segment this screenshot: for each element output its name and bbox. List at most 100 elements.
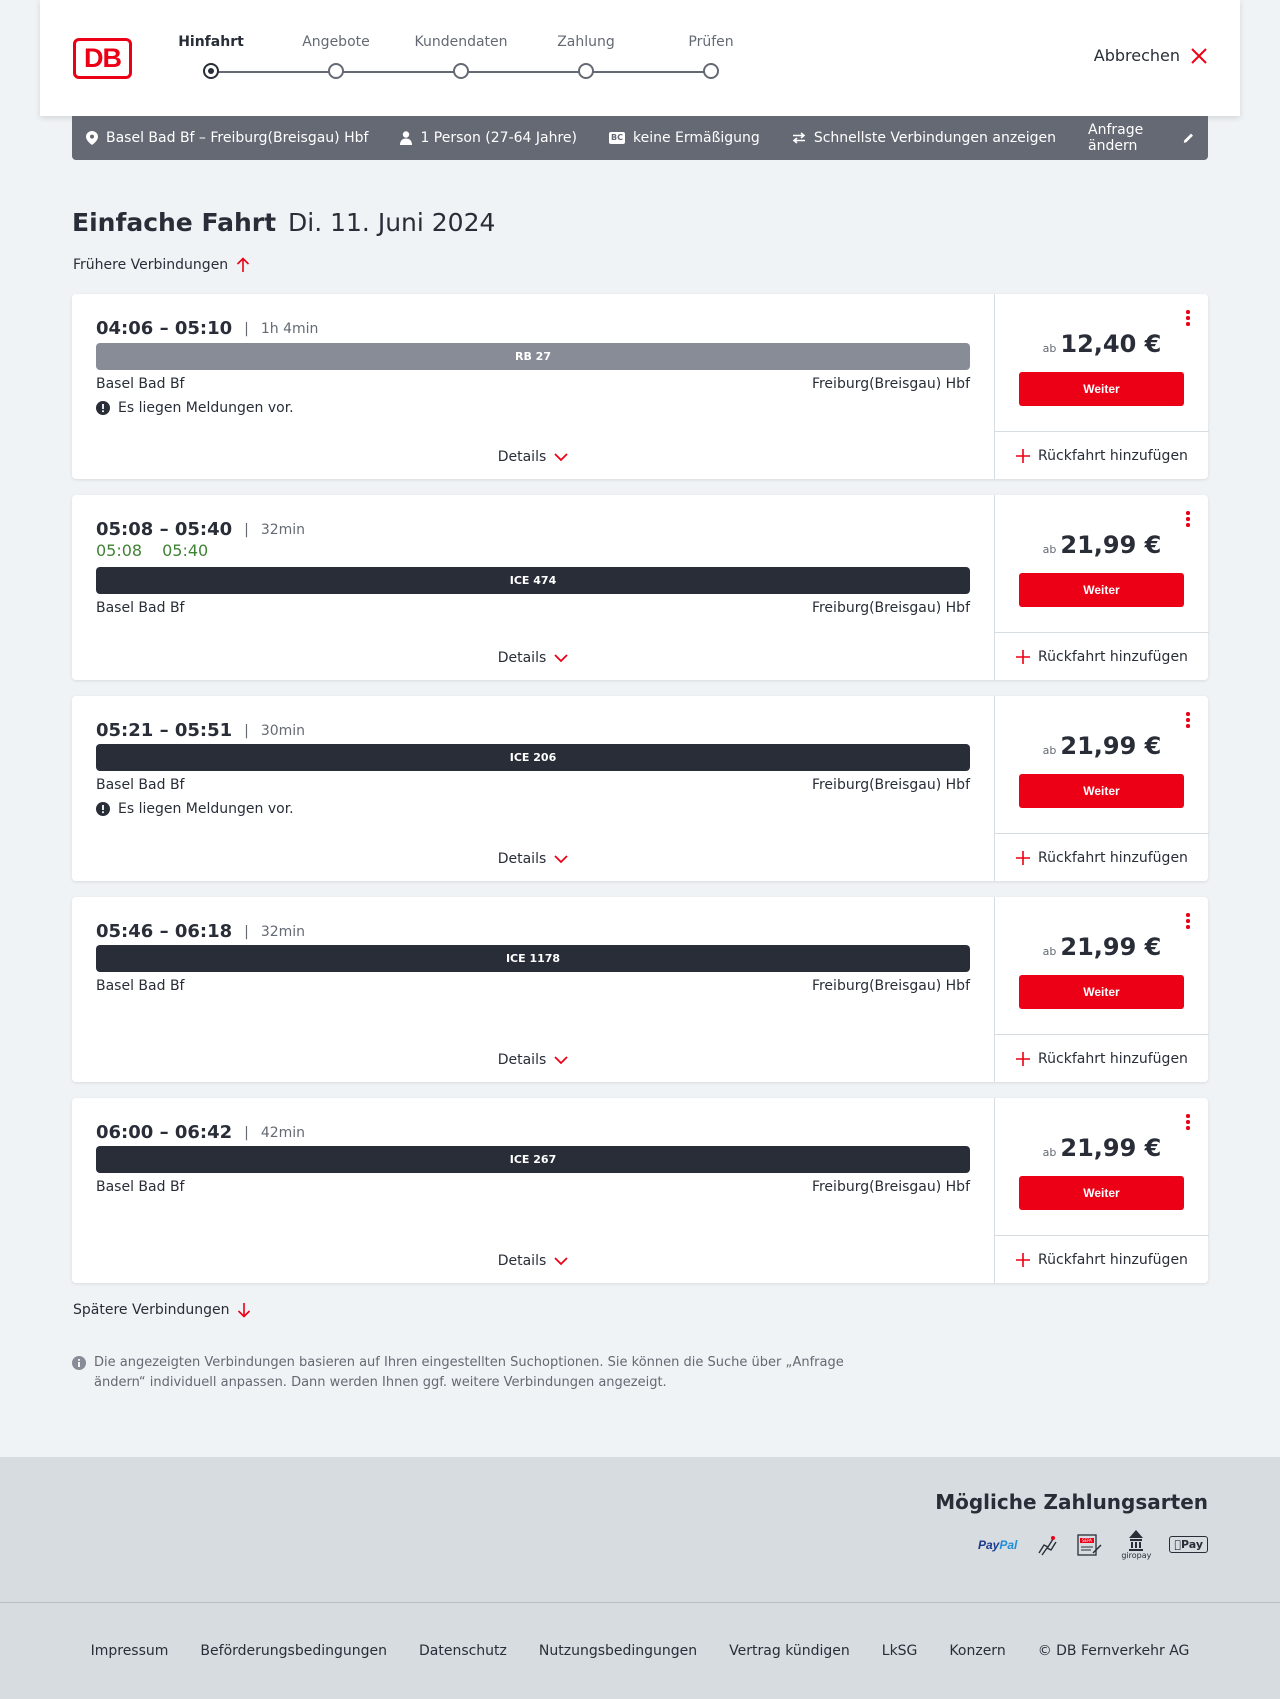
- step-pruefen[interactable]: Prüfen: [656, 34, 766, 79]
- train-bar[interactable]: RB 27: [96, 343, 970, 370]
- time-range: 06:00 – 06:42: [96, 1122, 233, 1143]
- continue-button[interactable]: Weiter: [1019, 573, 1184, 607]
- departure-station: Basel Bad Bf: [96, 376, 185, 392]
- more-options-icon[interactable]: [1184, 913, 1192, 931]
- add-return-label: Rückfahrt hinzufügen: [1038, 849, 1188, 866]
- footer-link-konzern[interactable]: Konzern: [949, 1643, 1005, 1659]
- connection-info: 05:46 – 06:18 | 32min ICE 1178 Basel Bad…: [72, 897, 994, 1082]
- page-title: Einfache Fahrt Di. 11. Juni 2024: [72, 208, 495, 237]
- more-options-icon[interactable]: [1184, 1114, 1192, 1132]
- train-bar[interactable]: ICE 474: [96, 567, 970, 594]
- price-prefix: ab: [1042, 342, 1057, 355]
- logo-text: DB: [84, 43, 122, 73]
- add-return-button[interactable]: Rückfahrt hinzufügen: [995, 632, 1209, 680]
- change-request-button[interactable]: Anfrage ändern: [1088, 122, 1194, 154]
- train-bar[interactable]: ICE 1178: [96, 945, 970, 972]
- continue-button[interactable]: Weiter: [1019, 1176, 1184, 1210]
- continue-button[interactable]: Weiter: [1019, 774, 1184, 808]
- credit-card-icon: [1035, 1533, 1059, 1557]
- step-hinfahrt[interactable]: Hinfahrt: [156, 34, 266, 79]
- trip-date: Di. 11. Juni 2024: [288, 208, 496, 237]
- details-toggle[interactable]: Details: [72, 851, 994, 867]
- price-prefix: ab: [1042, 543, 1057, 556]
- continue-button[interactable]: Weiter: [1019, 372, 1184, 406]
- details-toggle[interactable]: Details: [72, 449, 994, 465]
- footer-link-vertrag-kuendigen[interactable]: Vertrag kündigen: [729, 1643, 850, 1659]
- price-prefix: ab: [1042, 744, 1057, 757]
- train-label: ICE 267: [509, 1153, 557, 1166]
- apple-pay-icon: Pay: [1169, 1536, 1208, 1553]
- train-label: ICE 474: [509, 574, 557, 587]
- close-icon: [1191, 47, 1207, 64]
- db-logo[interactable]: DB: [73, 38, 132, 79]
- connection-card: 05:08 – 05:40 | 32min 05:08 05:40 ICE 47…: [72, 495, 1209, 680]
- alert-icon: [96, 401, 110, 415]
- step-dot: [328, 63, 344, 79]
- details-label: Details: [497, 1052, 547, 1068]
- train-bar[interactable]: ICE 267: [96, 1146, 970, 1173]
- discount-info: BC keine Ermäßigung: [609, 130, 760, 146]
- notice-text: Es liegen Meldungen vor.: [118, 801, 294, 817]
- duration: 42min: [260, 1124, 306, 1141]
- separator: |: [244, 1124, 249, 1141]
- more-options-icon[interactable]: [1184, 712, 1192, 730]
- later-label: Spätere Verbindungen: [73, 1302, 230, 1318]
- add-return-button[interactable]: Rückfahrt hinzufügen: [995, 1034, 1209, 1082]
- step-dot: [578, 63, 594, 79]
- details-label: Details: [497, 851, 547, 867]
- info-icon: [72, 1356, 86, 1370]
- step-zahlung[interactable]: Zahlung: [531, 34, 641, 79]
- more-options-icon[interactable]: [1184, 511, 1192, 529]
- departure-station: Basel Bad Bf: [96, 978, 185, 994]
- details-toggle[interactable]: Details: [72, 1052, 994, 1068]
- stations: Basel Bad Bf Freiburg(Breisgau) Hbf: [96, 600, 970, 616]
- duration: 1h 4min: [260, 320, 319, 337]
- add-return-button[interactable]: Rückfahrt hinzufügen: [995, 833, 1209, 881]
- arrival-station: Freiburg(Breisgau) Hbf: [811, 600, 970, 616]
- arrow-up-icon: [237, 257, 250, 272]
- change-request-label: Anfrage ändern: [1088, 122, 1144, 154]
- footer-link-lksg[interactable]: LkSG: [882, 1643, 918, 1659]
- sepa-icon: SEPA: [1077, 1533, 1103, 1557]
- separator: |: [244, 923, 249, 940]
- swap-arrows-icon: [792, 132, 806, 144]
- step-kundendaten[interactable]: Kundendaten: [406, 34, 516, 79]
- footer-link-befoerderungsbedingungen[interactable]: Beförderungsbedingungen: [200, 1643, 387, 1659]
- details-toggle[interactable]: Details: [72, 1253, 994, 1269]
- stations: Basel Bad Bf Freiburg(Breisgau) Hbf: [96, 978, 970, 994]
- step-angebote[interactable]: Angebote: [281, 34, 391, 79]
- add-return-button[interactable]: Rückfahrt hinzufügen: [995, 1235, 1209, 1283]
- step-dot: [703, 63, 719, 79]
- notice: Es liegen Meldungen vor.: [96, 801, 294, 817]
- price-value: 21,99 €: [1060, 933, 1162, 961]
- train-label: RB 27: [515, 350, 551, 363]
- footer-link-datenschutz[interactable]: Datenschutz: [419, 1643, 507, 1659]
- later-connections-link[interactable]: Spätere Verbindungen: [73, 1302, 251, 1318]
- plus-icon: [1016, 448, 1031, 463]
- train-bar[interactable]: ICE 206: [96, 744, 970, 771]
- time-range: 05:21 – 05:51: [96, 720, 233, 741]
- more-options-icon[interactable]: [1184, 310, 1192, 328]
- footer-link-nutzungsbedingungen[interactable]: Nutzungsbedingungen: [539, 1643, 697, 1659]
- footer-link-impressum[interactable]: Impressum: [91, 1643, 169, 1659]
- continue-button[interactable]: Weiter: [1019, 975, 1184, 1009]
- progress-stepper: Hinfahrt Angebote Kundendaten Zahlung Pr…: [178, 34, 742, 84]
- details-label: Details: [497, 1253, 547, 1269]
- connection-times: 04:06 – 05:10 | 1h 4min: [96, 318, 318, 339]
- price: ab 21,99 €: [995, 531, 1209, 559]
- giropay-label: giropay: [1121, 1551, 1152, 1560]
- cancel-button[interactable]: Abbrechen: [1094, 46, 1208, 65]
- price-panel: ab 12,40 € Weiter Rückfahrt hinzufügen: [994, 294, 1209, 479]
- footer-copyright: © DB Fernverkehr AG: [1037, 1643, 1190, 1659]
- step-dot: [203, 63, 219, 79]
- add-return-label: Rückfahrt hinzufügen: [1038, 447, 1188, 464]
- connection-times: 05:08 – 05:40 | 32min: [96, 519, 305, 540]
- realtime-arrival: 05:40: [162, 541, 209, 560]
- info-note: Die angezeigten Verbindungen basieren au…: [72, 1353, 852, 1393]
- details-toggle[interactable]: Details: [72, 650, 994, 666]
- cancel-label: Abbrechen: [1093, 46, 1180, 65]
- details-label: Details: [497, 650, 547, 666]
- add-return-button[interactable]: Rückfahrt hinzufügen: [995, 431, 1209, 479]
- fastest-text: Schnellste Verbindungen anzeigen: [813, 130, 1057, 146]
- earlier-connections-link[interactable]: Frühere Verbindungen: [73, 257, 250, 273]
